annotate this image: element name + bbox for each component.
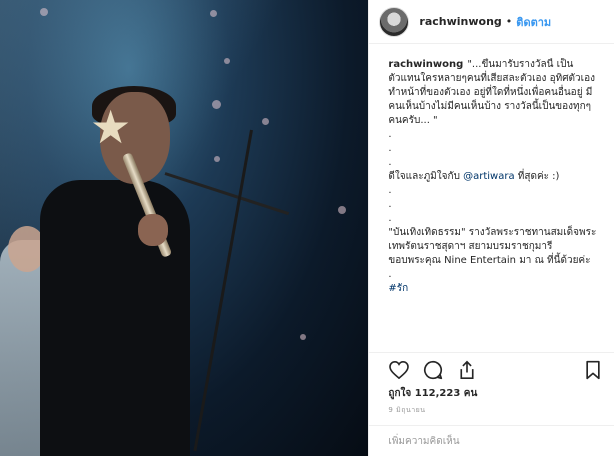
post-header: rachwinwong • ติดตาม	[369, 0, 614, 44]
presenter-body	[40, 180, 190, 456]
caption-dot: .	[388, 143, 392, 154]
bokeh-light	[262, 118, 269, 125]
bokeh-light	[300, 334, 306, 340]
header-username[interactable]: rachwinwong	[419, 15, 501, 28]
caption-dot: .	[388, 213, 392, 224]
hashtag-link[interactable]: #รัก	[388, 283, 408, 294]
bokeh-light	[212, 100, 221, 109]
post-caption: rachwinwong "...ขึ้นมารับรางวัลนี้ เป็นตั…	[369, 58, 614, 352]
presenter-hand	[138, 214, 168, 246]
comment-input[interactable]: เพิ่มความคิดเห็น	[369, 425, 614, 456]
post-actions	[369, 352, 614, 386]
caption-dot: .	[388, 129, 392, 140]
bokeh-light	[210, 10, 217, 17]
post-sidebar: rachwinwong • ติดตาม rachwinwong "...ขึ้น…	[368, 0, 614, 456]
bokeh-light	[214, 156, 220, 162]
post-photo[interactable]: ★	[0, 0, 369, 456]
post-date[interactable]: 9 มิถุนายน	[388, 405, 425, 416]
share-icon[interactable]	[456, 359, 478, 381]
caption-dot: .	[388, 157, 392, 168]
thanks-prefix: ดีใจและภูมิใจกับ	[388, 171, 464, 182]
award-text: "บันเทิงเทิดธรรม" รางวัลพระราชทานสมเด็จพ…	[388, 227, 597, 252]
follow-button[interactable]: ติดตาม	[516, 13, 551, 31]
comment-icon[interactable]	[422, 359, 444, 381]
instagram-post: ★ rachwinwong • ติดตาม rachwinwong "...ขึ…	[0, 0, 614, 456]
thanks-nine: ขอบพระคุณ Nine Entertain มา ณ ที่นี้ด้วย…	[388, 255, 591, 266]
comment-placeholder: เพิ่มความคิดเห็น	[388, 435, 460, 447]
bokeh-light	[40, 8, 48, 16]
caption-dot: .	[388, 269, 392, 280]
like-count[interactable]: ถูกใจ 112,223 คน	[388, 386, 477, 401]
caption-dot: .	[388, 185, 392, 196]
separator-dot: •	[505, 15, 513, 28]
caption-dot: .	[388, 199, 392, 210]
mention-link[interactable]: @artiwara	[463, 171, 514, 182]
bookmark-icon[interactable]	[582, 359, 604, 381]
heart-icon[interactable]	[388, 359, 410, 381]
caption-username[interactable]: rachwinwong	[388, 59, 463, 70]
thanks-suffix: ที่สุดค่ะ :)	[514, 171, 560, 182]
bokeh-light	[224, 58, 230, 64]
avatar[interactable]	[379, 6, 410, 37]
trophy-star-icon: ★	[90, 100, 132, 154]
bokeh-light	[338, 206, 346, 214]
